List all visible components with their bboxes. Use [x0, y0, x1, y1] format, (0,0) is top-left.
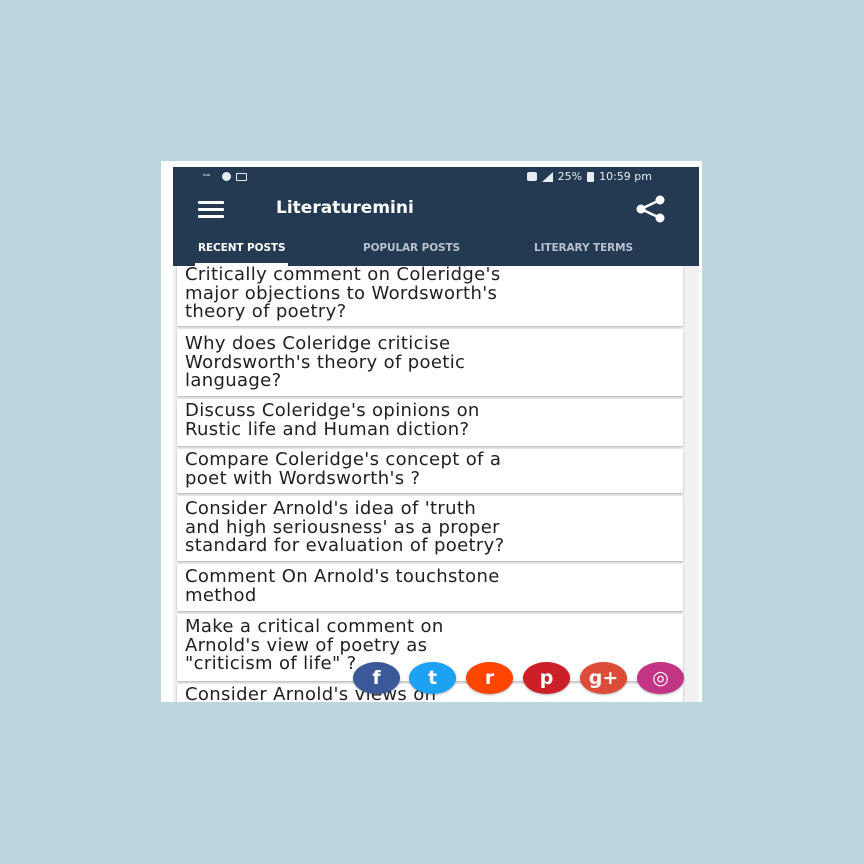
signal-icon: [541, 171, 553, 182]
post-title: Critically comment on Coleridge's major …: [185, 264, 501, 322]
screenshot-frame: ᵇᵃᵇ 25% 10:59 pm Literaturemini RECENT P…: [161, 161, 702, 702]
reddit-icon[interactable]: r: [466, 662, 513, 694]
post-title: Discuss Coleridge's opinions on Rustic l…: [185, 400, 480, 440]
post-title: Comment On Arnold's touchstone method: [185, 566, 500, 606]
post-title: Compare Coleridge's concept of a poet wi…: [185, 449, 502, 489]
status-bar-left: ᵇᵃᵇ: [203, 167, 247, 186]
status-time: 10:59 pm: [599, 170, 652, 183]
messenger-icon: [222, 172, 231, 181]
tab-bar: RECENT POSTS POPULAR POSTS LITERARY TERM…: [173, 233, 699, 266]
social-share-bar: f t r p g+ ◎: [353, 662, 693, 696]
post-title: Why does Coleridge criticise Wordsworth'…: [185, 333, 466, 391]
tab-popular-posts[interactable]: POPULAR POSTS: [363, 233, 460, 266]
tab-recent-posts[interactable]: RECENT POSTS: [194, 233, 289, 266]
tab-literary-terms[interactable]: LITERARY TERMS: [534, 233, 633, 266]
app-bar: Literaturemini: [173, 186, 699, 233]
status-bar: ᵇᵃᵇ 25% 10:59 pm: [173, 167, 699, 186]
gallery-icon: [236, 172, 247, 181]
list-item[interactable]: Discuss Coleridge's opinions on Rustic l…: [177, 399, 683, 446]
pinterest-icon[interactable]: p: [523, 662, 570, 694]
list-item[interactable]: Why does Coleridge criticise Wordsworth'…: [177, 329, 683, 396]
alarm-icon: [526, 172, 537, 181]
status-bar-right: 25% 10:59 pm: [526, 167, 652, 186]
app-title: Literaturemini: [276, 198, 414, 218]
list-item[interactable]: Consider Arnold's idea of 'truth and hig…: [177, 496, 683, 561]
share-icon[interactable]: [633, 195, 669, 223]
phone-screen: ᵇᵃᵇ 25% 10:59 pm Literaturemini RECENT P…: [173, 167, 699, 702]
post-title: Consider Arnold's idea of 'truth and hig…: [185, 498, 505, 556]
battery-icon: [587, 171, 595, 182]
list-item[interactable]: Comment On Arnold's touchstone method: [177, 564, 683, 611]
battery-percent: 25%: [557, 170, 583, 183]
google-plus-icon[interactable]: g+: [580, 662, 627, 694]
instagram-icon[interactable]: ◎: [637, 662, 684, 694]
list-item[interactable]: Compare Coleridge's concept of a poet wi…: [177, 449, 683, 493]
twitter-icon[interactable]: t: [409, 662, 456, 694]
list-item[interactable]: Critically comment on Coleridge's major …: [177, 264, 683, 326]
hamburger-menu-icon[interactable]: [198, 201, 224, 218]
status-notification-text: ᵇᵃᵇ: [203, 172, 211, 180]
facebook-icon[interactable]: f: [353, 662, 400, 694]
